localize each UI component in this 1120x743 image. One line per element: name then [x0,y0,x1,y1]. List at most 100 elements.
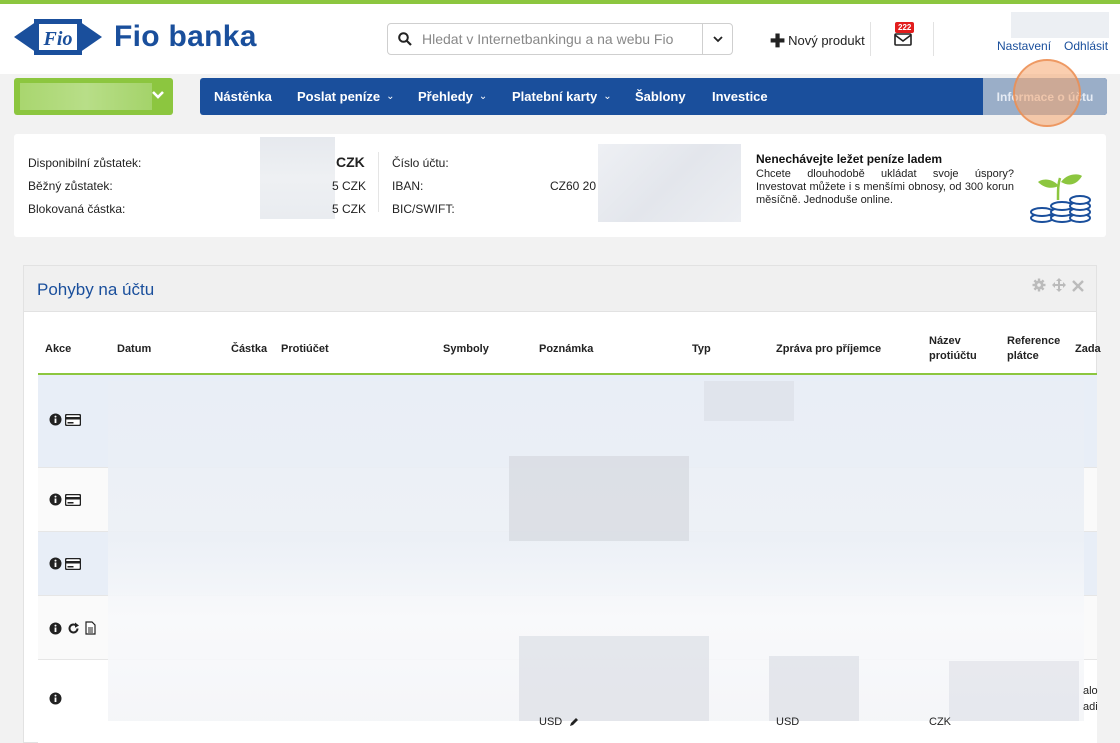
redaction-block [949,661,1079,721]
promo-text: Chcete dlouhodobě ukládat svoje úspory? … [756,168,1014,206]
redaction-block [769,656,859,721]
account-number-label: Číslo účtu: [392,156,449,170]
repeat-icon[interactable] [67,622,80,635]
redaction-block [509,456,689,541]
iban-label: IBAN: [392,179,424,193]
redaction-block [704,381,794,421]
user-name-redacted [1011,12,1109,38]
brand-name: Fio banka [114,20,257,53]
current-balance-value: 5 CZK [332,179,367,193]
swift-label: BIC/SWIFT: [392,202,455,216]
column-header[interactable]: Zada [1075,342,1101,357]
truncated-cell-text: adi [1083,701,1098,713]
column-header[interactable]: Datum [117,342,151,357]
info-icon[interactable] [49,692,62,705]
logo-mark-text: Fio [43,28,73,50]
divider [870,22,871,56]
row-actions [49,493,81,506]
panel-tools [1032,278,1084,292]
column-header[interactable]: Zpráva pro příjemce [776,342,881,357]
close-icon[interactable] [1072,278,1084,292]
logout-link[interactable]: Odhlásit [1064,39,1108,53]
plus-icon: ✚ [770,30,786,51]
chevron-down-icon: ⌄ [478,91,488,102]
promo-title[interactable]: Nenechávejte ležet peníze ladem [756,152,942,166]
messages-button[interactable]: 222 [892,22,915,48]
row-actions [49,692,62,705]
current-balance-label: Běžný zůstatek: [28,179,113,193]
nav-label: Investice [712,89,768,104]
credit-card-icon[interactable] [65,493,81,506]
click-indicator [1013,59,1081,127]
gear-icon[interactable] [1032,278,1046,292]
nav-item-investice[interactable]: Investice [712,89,768,104]
settings-link[interactable]: Nastavení [997,39,1051,53]
new-product-label: Nový produkt [788,33,865,48]
nav-label: Šablony [635,89,686,104]
account-selector[interactable] [14,78,173,115]
nav-label: Nástěnka [214,89,272,104]
pencil-icon[interactable] [569,717,579,727]
transactions-panel: Pohyby na účtu Akce Datum Částka Protiúč… [23,265,1101,743]
credit-card-icon[interactable] [65,557,81,570]
blocked-amount-label: Blokovaná částka: [28,202,126,216]
nav-item-prehledy[interactable]: Přehledy ⌄ [418,89,487,104]
currency-value: USD [776,716,800,728]
search-scope-dropdown[interactable] [702,24,732,54]
main-nav: Nástěnka Poslat peníze ⌄ Přehledy ⌄ Plateb… [200,78,1107,115]
account-summary: Disponibilní zůstatek: Běžný zůstatek: B… [14,134,1106,237]
truncated-cell-text: alo [1083,685,1098,697]
table-header: Akce Datum Částka Protiúčet Symboly Pozn… [24,313,1101,374]
nav-item-poslat-penize[interactable]: Poslat peníze ⌄ [297,89,394,104]
logo[interactable]: Fio Fio banka [14,14,257,60]
row-actions [49,413,81,426]
available-balance-currency: CZK [336,154,365,170]
account-name-redacted [20,83,152,110]
move-icon[interactable] [1052,278,1066,292]
nav-item-nastenka[interactable]: Nástěnka [214,89,272,104]
info-icon[interactable] [49,493,62,506]
fio-logo-icon: Fio [14,19,102,55]
search-icon[interactable] [388,32,422,46]
chevron-down-icon [152,91,164,99]
column-header[interactable]: Symboly [443,342,489,357]
panel-header: Pohyby na účtu [24,266,1096,312]
savings-coins-icon [1030,174,1091,223]
divider [378,152,379,212]
info-icon[interactable] [49,413,62,426]
nav-label: Platební karty [512,89,598,104]
column-header[interactable]: Částka [231,342,267,357]
currency-value: USD [539,716,563,728]
account-details-redacted [598,144,741,222]
header: Fio Fio banka ✚ Nový produkt 222 Nastave… [0,4,1120,74]
blocked-amount-value: 5 CZK [332,202,367,216]
nav-label: Poslat peníze [297,89,381,104]
messages-badge: 222 [895,22,915,33]
column-header[interactable]: Akce [45,342,71,357]
column-header[interactable]: Reference plátce [1007,334,1069,364]
balance-values-redacted [260,137,335,219]
column-header[interactable]: Název protiúčtu [929,334,989,364]
search-box[interactable] [387,23,733,55]
nav-item-platebni-karty[interactable]: Platební karty ⌄ [512,89,612,104]
available-balance-label: Disponibilní zůstatek: [28,156,142,170]
column-header[interactable]: Protiúčet [281,342,329,357]
chevron-down-icon [712,35,723,42]
credit-card-icon[interactable] [65,413,81,426]
new-product-button[interactable]: ✚ Nový produkt [770,30,865,51]
document-icon[interactable] [85,621,96,635]
info-icon[interactable] [49,622,62,635]
nav-item-sablony[interactable]: Šablony [635,89,686,104]
row-actions [49,557,81,570]
iban-value: CZ60 20 [550,179,597,193]
row-actions [49,621,96,635]
panel-title: Pohyby na účtu [37,280,155,299]
info-icon[interactable] [49,557,62,570]
chevron-down-icon: ⌄ [386,91,395,102]
nav-label: Přehledy [418,89,473,104]
divider [933,22,934,56]
currency-value: CZK [929,716,951,728]
column-header[interactable]: Typ [692,342,711,357]
search-input[interactable] [422,31,702,47]
column-header[interactable]: Poznámka [539,342,593,357]
